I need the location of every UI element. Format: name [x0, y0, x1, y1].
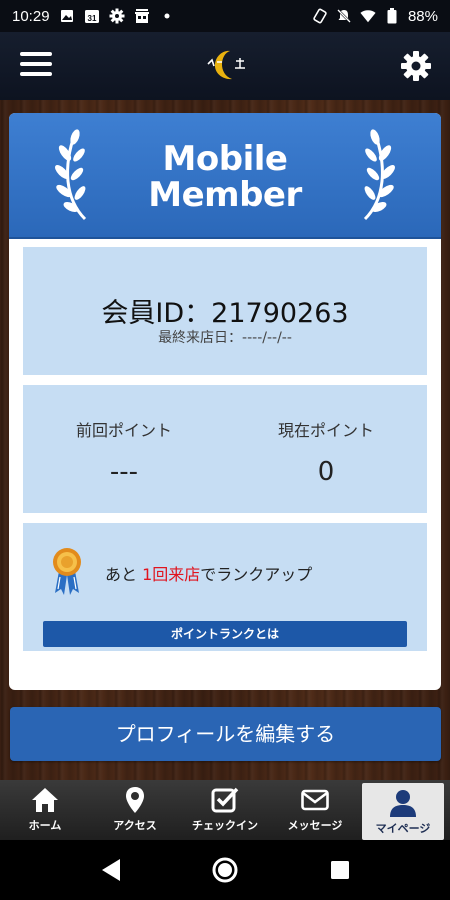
notification-dot-icon — [159, 8, 175, 24]
person-icon — [390, 790, 416, 817]
rank-up-count: 1回来店 — [142, 565, 201, 584]
card-title-line2: Member — [148, 175, 302, 215]
current-points-value: 0 — [317, 457, 335, 487]
wifi-icon — [360, 8, 376, 24]
store-icon — [134, 8, 150, 24]
nav-item-access[interactable]: アクセス — [90, 780, 180, 840]
battery-level: 88% — [407, 7, 438, 25]
nav-item-home[interactable]: ホーム — [0, 780, 90, 840]
nav-label-mypage: マイページ — [375, 822, 431, 835]
current-points-label: 現在ポイント — [277, 421, 374, 440]
medal-icon — [53, 548, 81, 595]
card-title-line1: Mobile — [162, 139, 288, 179]
bottom-nav: ホーム アクセス チェックイン メッセージ マイページ — [0, 780, 450, 840]
nav-label-message: メッセージ — [287, 819, 343, 832]
calendar-day: 31 — [87, 14, 96, 23]
settings-gear-icon — [109, 8, 125, 24]
mute-icon — [336, 8, 352, 24]
home-icon — [32, 788, 58, 812]
envelope-icon — [301, 789, 329, 811]
logo — [200, 46, 250, 86]
hamburger-menu-icon[interactable] — [20, 52, 52, 80]
last-visit-date: 最終来店日：----/--/-- — [158, 330, 292, 346]
nav-item-message[interactable]: メッセージ — [270, 780, 360, 840]
current-points: 現在ポイント 0 — [225, 417, 427, 487]
member-id-panel: 会員ID：21790263 最終来店日：----/--/-- — [23, 247, 427, 375]
rank-up-prefix: あと — [105, 565, 143, 584]
card-title: Mobile Member — [109, 141, 341, 213]
nav-label-access: アクセス — [113, 819, 157, 832]
battery-icon — [384, 8, 400, 24]
previous-points: 前回ポイント --- — [23, 417, 225, 487]
previous-points-label: 前回ポイント — [75, 421, 172, 440]
nav-item-mypage[interactable]: マイページ — [362, 783, 444, 840]
recents-icon[interactable] — [326, 856, 354, 884]
app-bar — [0, 32, 450, 100]
image-icon — [59, 8, 75, 24]
home-circle-icon[interactable] — [211, 856, 239, 884]
system-nav-bar — [0, 840, 450, 900]
point-rank-info-button[interactable]: ポイントランクとは — [43, 621, 407, 647]
points-panel: 前回ポイント --- 現在ポイント 0 — [23, 385, 427, 513]
previous-points-value: --- — [109, 457, 139, 487]
laurel-right-icon — [363, 129, 395, 221]
rank-up-message: あと 1回来店でランクアップ — [105, 561, 312, 585]
gear-icon[interactable] — [400, 50, 432, 82]
status-time: 10:29 — [12, 7, 50, 25]
checkbox-icon — [211, 787, 239, 813]
laurel-left-icon — [55, 129, 87, 221]
card-header: Mobile Member — [9, 113, 441, 239]
calendar-icon: 31 — [84, 8, 100, 24]
member-id: 会員ID：21790263 — [101, 298, 349, 329]
nav-label-home: ホーム — [28, 819, 62, 832]
rotate-icon — [312, 8, 328, 24]
back-icon[interactable] — [98, 856, 126, 884]
nav-label-checkin: チェックイン — [192, 819, 258, 832]
nav-item-checkin[interactable]: チェックイン — [180, 780, 270, 840]
member-card: Mobile Member 会員ID：21790263 最終来店日：----/-… — [9, 113, 441, 690]
edit-profile-button[interactable]: プロフィールを編集する — [10, 707, 441, 761]
map-pin-icon — [126, 787, 144, 813]
status-bar: 10:29 31 88% — [0, 0, 450, 32]
rank-up-suffix: でランクアップ — [200, 565, 313, 584]
rank-panel: あと 1回来店でランクアップ ポイントランクとは — [23, 523, 427, 651]
